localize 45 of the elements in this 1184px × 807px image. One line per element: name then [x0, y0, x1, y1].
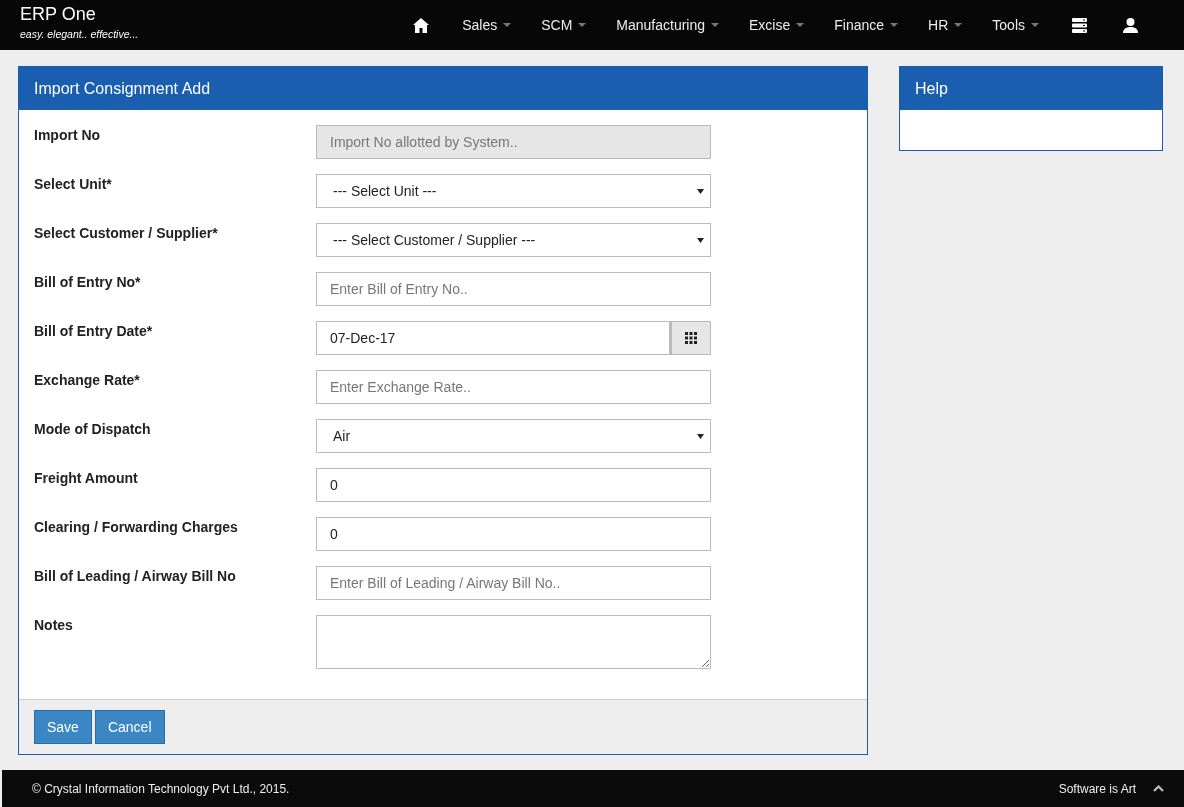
- date-field[interactable]: 07-Dec-17: [316, 321, 670, 355]
- text-field[interactable]: Enter Exchange Rate..: [316, 370, 711, 404]
- copyright-text: © Crystal Information Technology Pvt Ltd., 2015.: [32, 781, 290, 796]
- panel-title: Import Consignment Add: [34, 79, 211, 98]
- field-label: Bill of Entry Date*: [34, 322, 154, 341]
- text-field[interactable]: Enter Bill of Entry No..: [316, 272, 711, 306]
- field-label: Select Customer / Supplier*: [34, 224, 219, 243]
- nav-menu-item[interactable]: Excise: [734, 17, 820, 33]
- server-icon[interactable]: [1072, 17, 1087, 33]
- field-label: Select Unit*: [34, 175, 113, 194]
- nav-menu-item[interactable]: SCM: [526, 17, 602, 33]
- field-label: Notes: [34, 616, 74, 635]
- dropdown-field[interactable]: --- Select Customer / Supplier ---: [316, 223, 711, 257]
- grid-icon: [685, 332, 697, 344]
- nav-menu-item[interactable]: Tools: [977, 17, 1054, 33]
- field-label: Exchange Rate*: [34, 371, 141, 390]
- field-label: Bill of Leading / Airway Bill No: [34, 567, 237, 586]
- field-label: Clearing / Forwarding Charges: [34, 518, 239, 537]
- dropdown-field[interactable]: Air: [316, 419, 711, 453]
- text-field[interactable]: 0: [316, 517, 711, 551]
- nav-menu-item[interactable]: HR: [913, 17, 978, 33]
- text-field[interactable]: 0: [316, 468, 711, 502]
- slogan-text: Software is Art: [1058, 781, 1136, 796]
- nav-menu-item[interactable]: Finance: [819, 17, 914, 33]
- caret-icon: [697, 433, 704, 439]
- caret-icon: [697, 237, 704, 243]
- form-button[interactable]: Save: [34, 710, 92, 744]
- field-label: Freight Amount: [34, 469, 139, 488]
- app-title[interactable]: ERP One: [20, 3, 96, 25]
- form-button[interactable]: Cancel: [94, 710, 165, 744]
- home-icon[interactable]: [413, 17, 430, 33]
- chevron-up-icon[interactable]: [1153, 785, 1164, 792]
- calendar-button[interactable]: [670, 321, 711, 355]
- caret-icon: [697, 188, 704, 194]
- nav-menu-item[interactable]: Manufacturing: [601, 17, 735, 33]
- nav-menu-item[interactable]: Sales: [447, 17, 527, 33]
- text-field[interactable]: Enter Bill of Leading / Airway Bill No..: [316, 566, 711, 600]
- panel-title: Help: [915, 79, 948, 98]
- dropdown-field[interactable]: --- Select Unit ---: [316, 174, 711, 208]
- app-tagline: easy. elegant.. effective...: [20, 28, 139, 40]
- field-label: Import No: [34, 126, 102, 145]
- field-label: Bill of Entry No*: [34, 273, 142, 292]
- field-label: Mode of Dispatch: [34, 420, 152, 439]
- user-icon[interactable]: [1123, 17, 1138, 33]
- notes-field[interactable]: [316, 615, 711, 669]
